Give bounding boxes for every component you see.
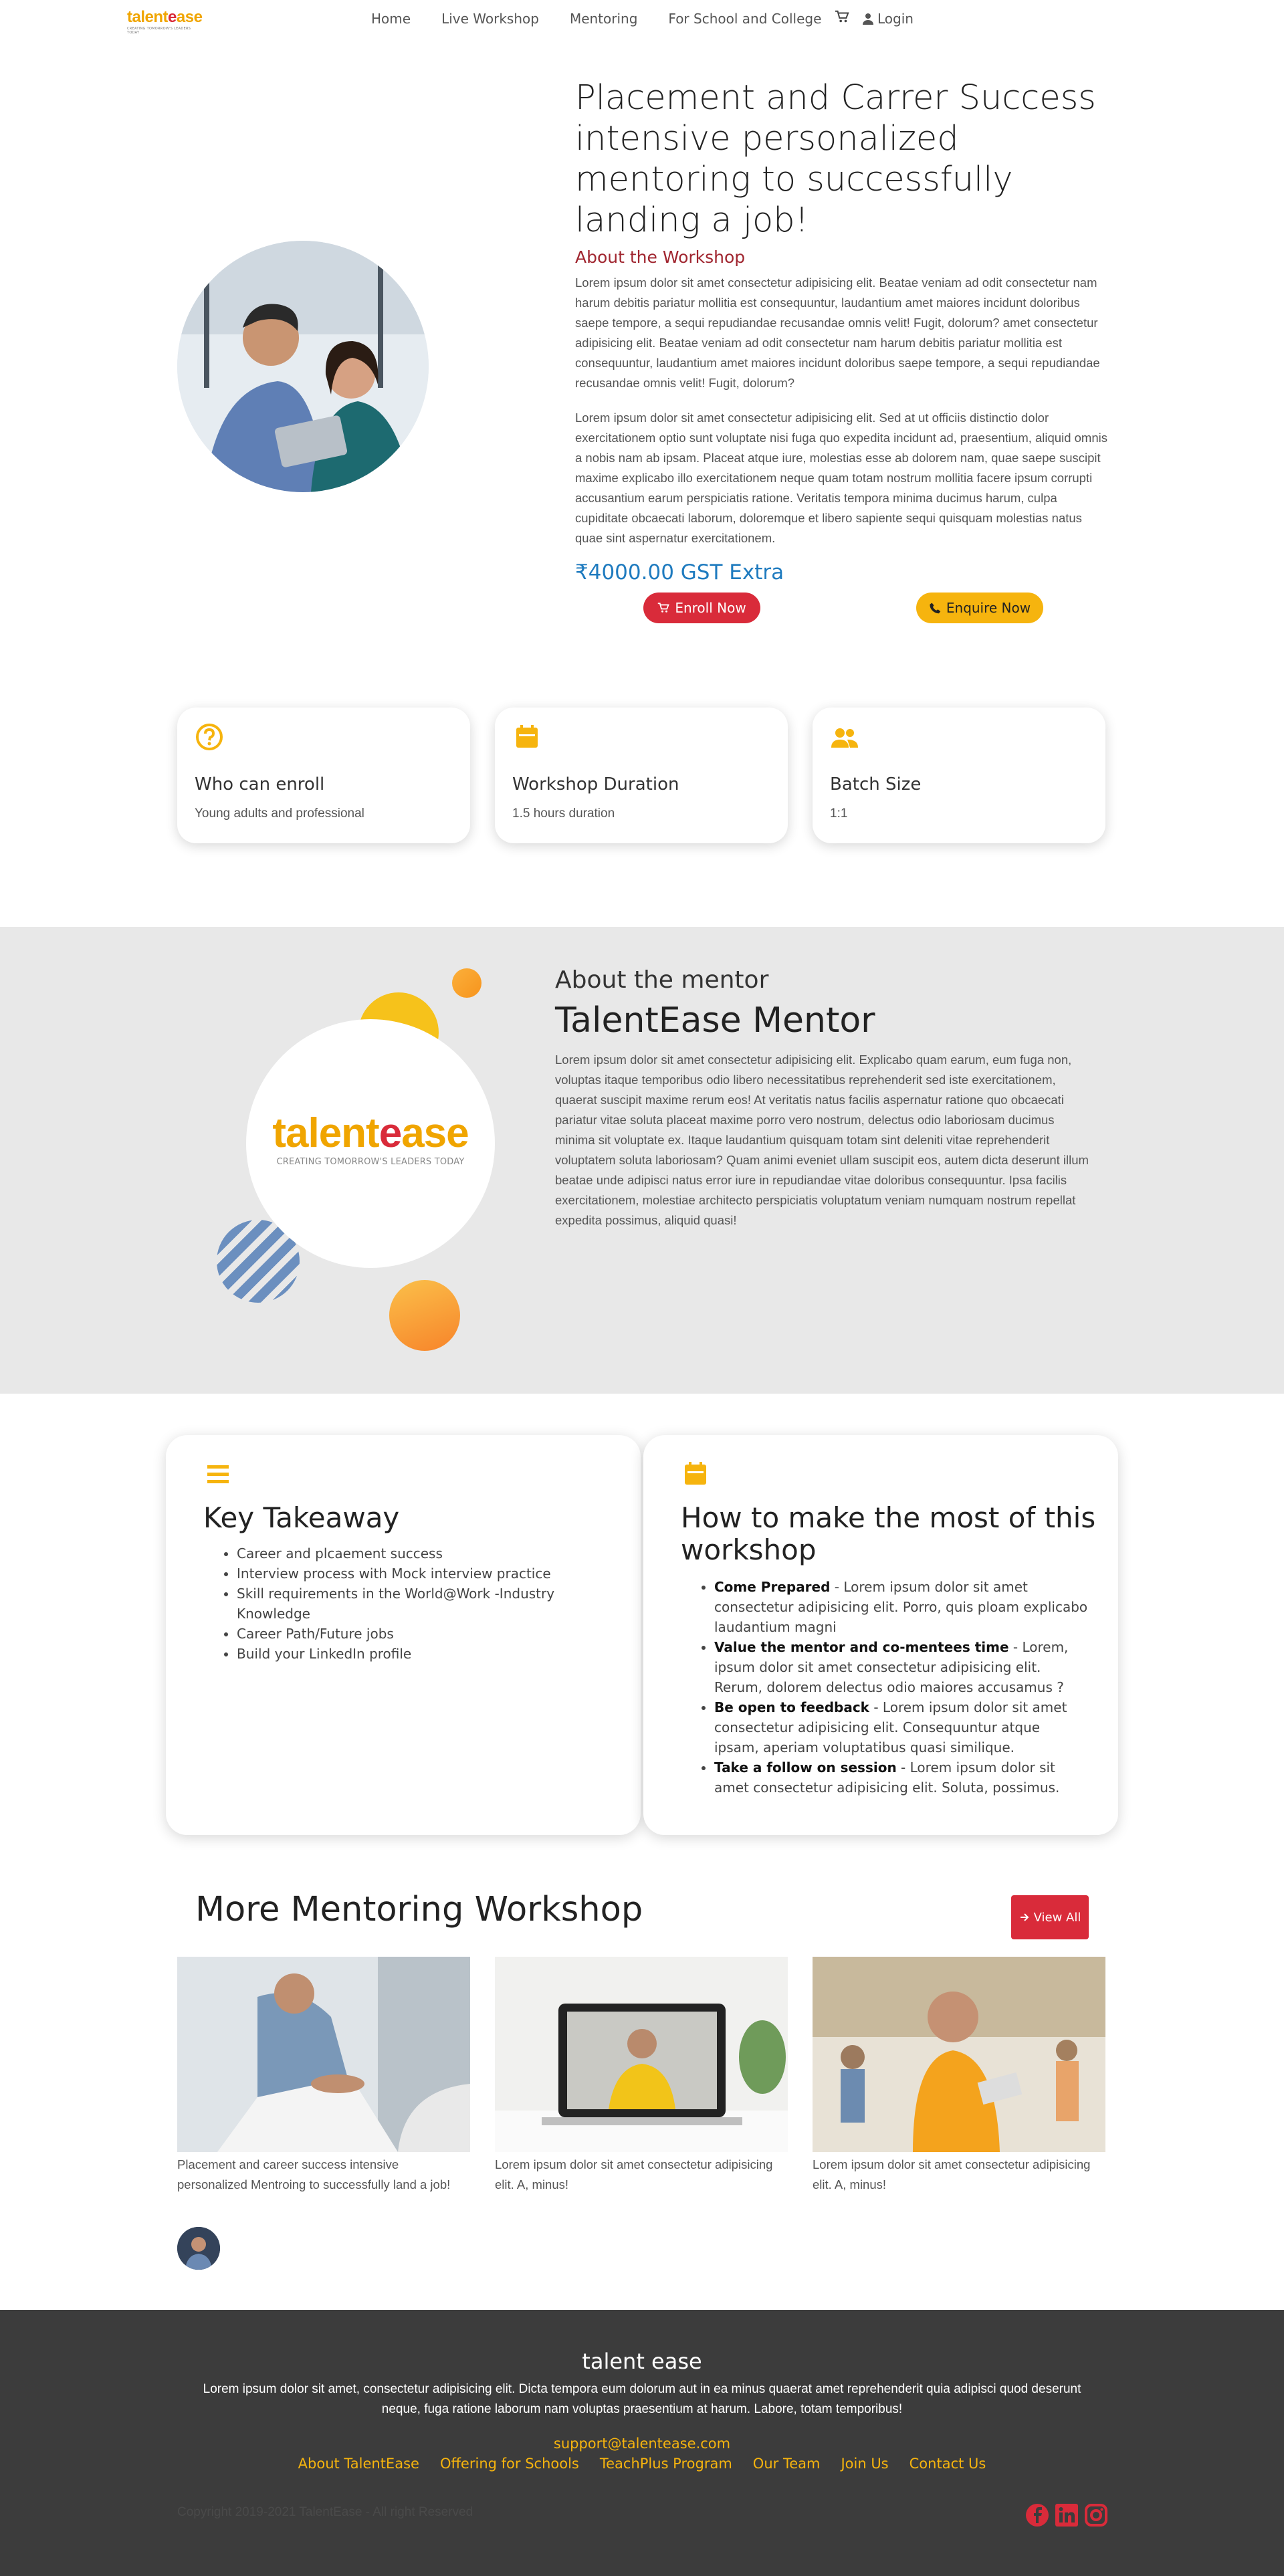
key-takeaway-card: Key Takeaway Career and plcaement succes… [166,1435,641,1835]
footer-links: About TalentEase Offering for Schools Te… [0,2456,1284,2472]
social-links [1025,2502,1109,2528]
list-item: Be open to feedback - Lorem ipsum dolor … [714,1697,1089,1757]
users-icon [831,728,858,748]
mentor-subtitle: About the mentor [555,966,769,994]
hero-image [177,241,429,492]
list-item: Career Path/Future jobs [237,1624,611,1644]
enroll-now-button[interactable]: Enroll Now [643,593,760,623]
how-to-title: How to make the most of this workshop [681,1501,1096,1566]
info-card-title: Workshop Duration [512,774,679,794]
workshop-thumbnail-1[interactable] [177,1957,470,2152]
nav-links: Home Live Workshop Mentoring For School … [371,11,852,27]
enroll-now-label: Enroll Now [675,600,746,616]
info-card-batch: Batch Size 1:1 [813,708,1105,843]
footer-link-join[interactable]: Join Us [841,2456,888,2472]
decor-orange-circle [389,1280,460,1351]
list-item: Career and plcaement success [237,1543,611,1564]
enquire-now-label: Enquire Now [946,600,1031,616]
linkedin-icon[interactable] [1054,2502,1079,2528]
about-workshop-heading: About the Workshop [575,247,746,267]
list-item: Build your LinkedIn profile [237,1644,611,1664]
login-link[interactable]: Login [863,11,914,27]
instagram-icon[interactable] [1083,2502,1109,2528]
info-card-title: Batch Size [830,774,922,794]
footer-link-contact[interactable]: Contact Us [909,2456,986,2472]
footer-email-link[interactable]: support@talentease.com [0,2436,1284,2452]
facebook-icon[interactable] [1025,2502,1050,2528]
site-logo[interactable]: talentease CREATING TOMORROW'S LEADERS T… [127,8,204,35]
footer-title: talent ease [582,2349,702,2374]
mentor-logo: talentease CREATING TOMORROW'S LEADERS T… [272,1110,469,1167]
workshop-caption-2: Lorem ipsum dolor sit amet consectetur a… [495,2157,773,2191]
decor-small-orange-circle [452,968,481,998]
list-item: Value the mentor and co-mentees time - L… [714,1637,1089,1697]
info-card-duration: Workshop Duration 1.5 hours duration [495,708,788,843]
list-item: Take a follow on session - Lorem ipsum d… [714,1757,1089,1798]
how-to-card: How to make the most of this workshop Co… [643,1435,1118,1835]
cart-icon [658,603,670,613]
footer-link-schools[interactable]: Offering for Schools [440,2456,579,2472]
info-card-enroll: Who can enroll Young adults and professi… [177,708,470,843]
login-label: Login [877,11,914,27]
nav-link-mentoring[interactable]: Mentoring [570,11,637,27]
nav-link-school-college[interactable]: For School and College [668,11,821,27]
workshop-description-2: Lorem ipsum dolor sit amet consectetur a… [575,411,1107,545]
list-icon [207,1465,229,1483]
more-workshops-title: More Mentoring Workshop [195,1890,643,1929]
calendar-icon [685,1462,706,1485]
phone-icon [930,603,941,614]
key-takeaway-list: Career and plcaement success Interview p… [237,1543,611,1664]
workshop-title: Placement and Carrer Success intensive p… [575,78,1096,240]
key-takeaway-title: Key Takeaway [203,1501,400,1534]
user-icon [863,13,873,25]
footer-link-team[interactable]: Our Team [753,2456,821,2472]
info-card-value: 1.5 hours duration [512,807,615,821]
list-item: Come Prepared - Lorem ipsum dolor sit am… [714,1577,1089,1637]
footer-copyright: Copyright 2019-2021 TalentEase - All rig… [177,2505,473,2519]
how-to-list: Come Prepared - Lorem ipsum dolor sit am… [714,1577,1089,1798]
list-item: Skill requirements in the World@Work -In… [237,1584,611,1624]
footer-link-about[interactable]: About TalentEase [298,2456,419,2472]
top-navbar: talentease CREATING TOMORROW'S LEADERS T… [0,0,1284,37]
avatar [177,2227,220,2270]
view-all-button[interactable]: View All [1011,1895,1089,1939]
workshop-thumbnail-3[interactable] [813,1957,1105,2152]
enquire-now-button[interactable]: Enquire Now [916,593,1043,623]
question-icon [196,724,223,750]
list-item: Interview process with Mock interview pr… [237,1564,611,1584]
footer-link-teachplus[interactable]: TeachPlus Program [600,2456,732,2472]
mentor-name: TalentEase Mentor [555,1000,875,1041]
calendar-icon [516,725,538,748]
workshop-caption-1: Placement and career success intensive p… [177,2157,451,2191]
info-card-value: 1:1 [830,807,848,821]
arrow-right-icon [1020,1913,1029,1921]
cart-icon[interactable] [835,9,849,24]
mentor-description: Lorem ipsum dolor sit amet consectetur a… [555,1053,1089,1227]
workshop-caption-3: Lorem ipsum dolor sit amet consectetur a… [813,2157,1091,2191]
footer-description: Lorem ipsum dolor sit amet, consectetur … [203,2382,1081,2416]
info-card-value: Young adults and professional [195,807,364,821]
nav-link-home[interactable]: Home [371,11,411,27]
workshop-thumbnail-2[interactable] [495,1957,788,2152]
view-all-label: View All [1033,1910,1081,1925]
workshop-price: ₹4000.00 GST Extra [575,560,784,584]
info-card-title: Who can enroll [195,774,325,794]
nav-link-live-workshop[interactable]: Live Workshop [441,11,539,27]
workshop-description-1: Lorem ipsum dolor sit amet consectetur a… [575,276,1100,390]
